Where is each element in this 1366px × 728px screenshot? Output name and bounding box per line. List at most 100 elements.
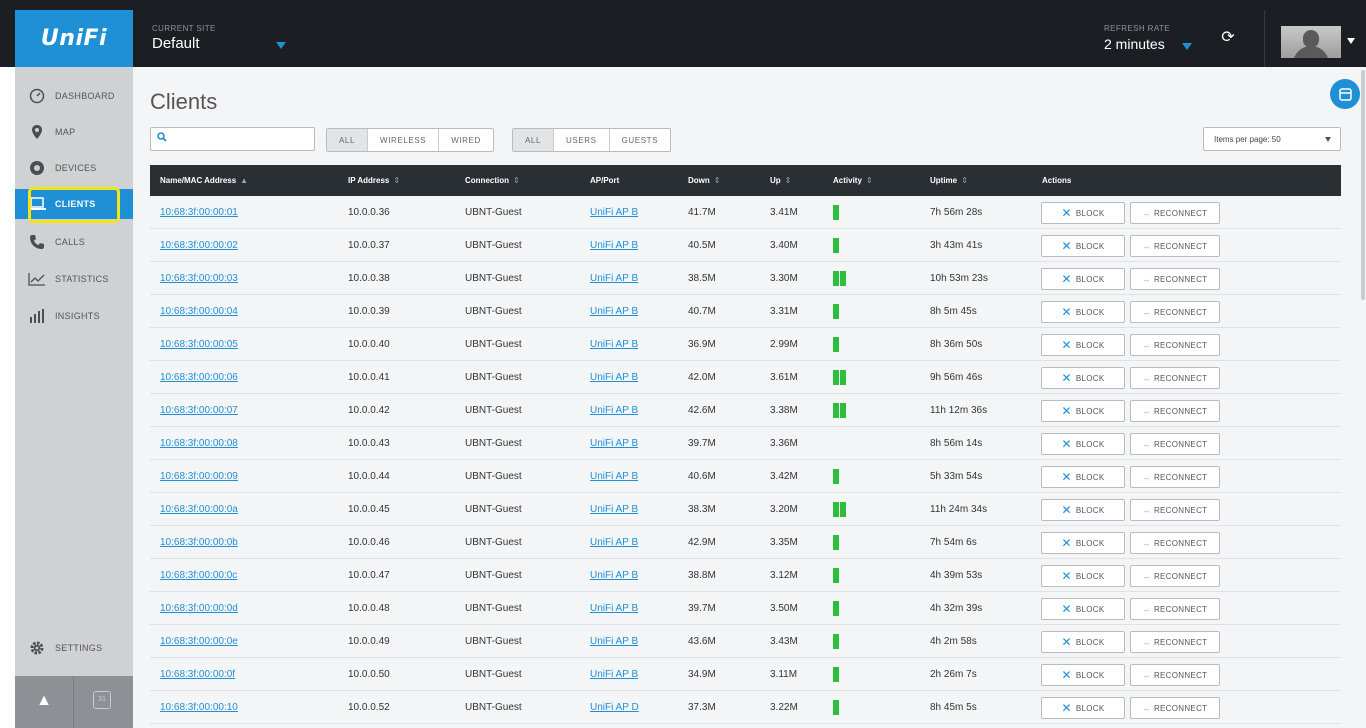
col-down-header[interactable]: Down ⇕: [688, 165, 720, 196]
reconnect-button[interactable]: ↔ RECONNECT: [1130, 202, 1220, 224]
client-mac-link[interactable]: 10:68:3f:00:00:07: [160, 394, 238, 427]
alert-icon[interactable]: ▲: [35, 692, 53, 710]
client-mac-link[interactable]: 10:68:3f:00:00:03: [160, 262, 238, 295]
client-mac-link[interactable]: 10:68:3f:00:00:05: [160, 328, 238, 361]
block-button[interactable]: ✕ BLOCK: [1041, 268, 1125, 290]
client-ap-link[interactable]: UniFi AP B: [590, 526, 638, 559]
reconnect-button[interactable]: ↔ RECONNECT: [1130, 334, 1220, 356]
sidebar-item-map[interactable]: MAP: [15, 117, 133, 147]
client-ap-link[interactable]: UniFi AP B: [590, 427, 638, 460]
sidebar-item-settings[interactable]: SETTINGS: [15, 633, 133, 663]
refresh-icon[interactable]: ⟳: [1220, 30, 1236, 46]
filter-wired[interactable]: WIRED: [439, 129, 493, 151]
col-name-mac-header[interactable]: Name/MAC Address ▲: [160, 165, 248, 196]
sidebar-item-calls[interactable]: CALLS: [15, 227, 133, 257]
reconnect-button[interactable]: ↔ RECONNECT: [1130, 466, 1220, 488]
reconnect-button[interactable]: ↔ RECONNECT: [1130, 367, 1220, 389]
panel-toggle-icon[interactable]: [1330, 79, 1360, 109]
refresh-rate-selector[interactable]: REFRESH RATE 2 minutes: [1104, 24, 1204, 56]
reconnect-button[interactable]: ↔ RECONNECT: [1130, 433, 1220, 455]
client-ap-link[interactable]: UniFi AP B: [590, 658, 638, 691]
client-mac-link[interactable]: 10:68:3f:00:00:0d: [160, 592, 238, 625]
client-mac-link[interactable]: 10:68:3f:00:00:0e: [160, 625, 238, 658]
block-button[interactable]: ✕ BLOCK: [1041, 499, 1125, 521]
unifi-logo[interactable]: UniFi: [15, 10, 133, 67]
client-ap-link[interactable]: UniFi AP B: [590, 460, 638, 493]
block-button[interactable]: ✕ BLOCK: [1041, 367, 1125, 389]
search-input[interactable]: [171, 130, 311, 148]
calendar-icon[interactable]: 31: [93, 691, 111, 709]
sidebar-item-clients[interactable]: CLIENTS: [15, 189, 133, 219]
user-avatar[interactable]: [1281, 26, 1341, 58]
col-activity-header[interactable]: Activity ⇕: [833, 165, 873, 196]
reconnect-button[interactable]: ↔ RECONNECT: [1130, 268, 1220, 290]
reconnect-button[interactable]: ↔ RECONNECT: [1130, 697, 1220, 719]
client-ap-link[interactable]: UniFi AP B: [590, 229, 638, 262]
client-ap-link[interactable]: UniFi AP B: [590, 559, 638, 592]
filter-all-users[interactable]: ALL: [513, 129, 555, 151]
reconnect-button[interactable]: ↔ RECONNECT: [1130, 598, 1220, 620]
client-mac-link[interactable]: 10:68:3f:00:00:08: [160, 427, 238, 460]
block-button[interactable]: ✕ BLOCK: [1041, 532, 1125, 554]
client-mac-link[interactable]: 10:68:3f:00:00:0c: [160, 559, 237, 592]
reconnect-button[interactable]: ↔ RECONNECT: [1130, 532, 1220, 554]
filter-guests[interactable]: GUESTS: [609, 129, 671, 151]
avatar-caret-icon[interactable]: [1347, 38, 1355, 44]
block-button[interactable]: ✕ BLOCK: [1041, 301, 1125, 323]
client-ap-link[interactable]: UniFi AP B: [590, 196, 638, 229]
reconnect-button[interactable]: ↔ RECONNECT: [1130, 499, 1220, 521]
client-mac-link[interactable]: 10:68:3f:00:00:0a: [160, 493, 238, 526]
client-ap-link[interactable]: UniFi AP D: [590, 691, 639, 724]
block-button[interactable]: ✕ BLOCK: [1041, 697, 1125, 719]
client-ap-link[interactable]: UniFi AP B: [590, 592, 638, 625]
block-button[interactable]: ✕ BLOCK: [1041, 400, 1125, 422]
client-ap-link[interactable]: UniFi AP B: [590, 625, 638, 658]
client-ap-link[interactable]: UniFi AP B: [590, 262, 638, 295]
client-mac-link[interactable]: 10:68:3f:00:00:0b: [160, 526, 238, 559]
reconnect-button[interactable]: ↔ RECONNECT: [1130, 235, 1220, 257]
client-ap-link[interactable]: UniFi AP B: [590, 361, 638, 394]
block-button[interactable]: ✕ BLOCK: [1041, 598, 1125, 620]
block-button[interactable]: ✕ BLOCK: [1041, 202, 1125, 224]
filter-wireless[interactable]: WIRELESS: [368, 129, 440, 151]
col-connection-header[interactable]: Connection ⇕: [465, 165, 520, 196]
reconnect-button[interactable]: ↔ RECONNECT: [1130, 664, 1220, 686]
block-button[interactable]: ✕ BLOCK: [1041, 565, 1125, 587]
block-button[interactable]: ✕ BLOCK: [1041, 334, 1125, 356]
client-ap-link[interactable]: UniFi AP B: [590, 394, 638, 427]
col-ip-address-header[interactable]: IP Address ⇕: [348, 165, 400, 196]
sidebar-item-dashboard[interactable]: DASHBOARD: [15, 81, 133, 111]
block-button[interactable]: ✕ BLOCK: [1041, 235, 1125, 257]
sidebar-item-statistics[interactable]: STATISTICS: [15, 264, 133, 294]
refresh-dropdown-caret-icon[interactable]: [1182, 43, 1192, 50]
block-button[interactable]: ✕ BLOCK: [1041, 433, 1125, 455]
client-mac-link[interactable]: 10:68:3f:00:00:01: [160, 196, 238, 229]
reconnect-button[interactable]: ↔ RECONNECT: [1130, 301, 1220, 323]
client-ap-link[interactable]: UniFi AP B: [590, 328, 638, 361]
reconnect-button[interactable]: ↔ RECONNECT: [1130, 565, 1220, 587]
client-mac-link[interactable]: 10:68:3f:00:00:04: [160, 295, 238, 328]
sidebar-item-insights[interactable]: INSIGHTS: [15, 301, 133, 331]
block-button[interactable]: ✕ BLOCK: [1041, 664, 1125, 686]
filter-users[interactable]: USERS: [554, 129, 610, 151]
sidebar-item-devices[interactable]: DEVICES: [15, 153, 133, 183]
col-uptime-header[interactable]: Uptime ⇕: [930, 165, 968, 196]
block-button[interactable]: ✕ BLOCK: [1041, 466, 1125, 488]
client-ap-link[interactable]: UniFi AP B: [590, 295, 638, 328]
block-button[interactable]: ✕ BLOCK: [1041, 631, 1125, 653]
client-mac-link[interactable]: 10:68:3f:00:00:10: [160, 691, 238, 724]
site-selector[interactable]: CURRENT SITE Default: [152, 24, 292, 56]
items-per-page-select[interactable]: Items per page: 50: [1203, 127, 1341, 151]
reconnect-button[interactable]: ↔ RECONNECT: [1130, 631, 1220, 653]
client-mac-link[interactable]: 10:68:3f:00:00:06: [160, 361, 238, 394]
reconnect-button[interactable]: ↔ RECONNECT: [1130, 400, 1220, 422]
client-ap-link[interactable]: UniFi AP B: [590, 493, 638, 526]
client-mac-link[interactable]: 10:68:3f:00:00:09: [160, 460, 238, 493]
col-up-header[interactable]: Up ⇕: [770, 165, 791, 196]
scrollbar[interactable]: [1361, 70, 1365, 300]
client-mac-link[interactable]: 10:68:3f:00:00:02: [160, 229, 238, 262]
site-dropdown-caret-icon[interactable]: [276, 42, 286, 49]
search-box[interactable]: [150, 127, 315, 151]
client-mac-link[interactable]: 10:68:3f:00:00:0f: [160, 658, 235, 691]
filter-all-connections[interactable]: ALL: [327, 129, 369, 151]
